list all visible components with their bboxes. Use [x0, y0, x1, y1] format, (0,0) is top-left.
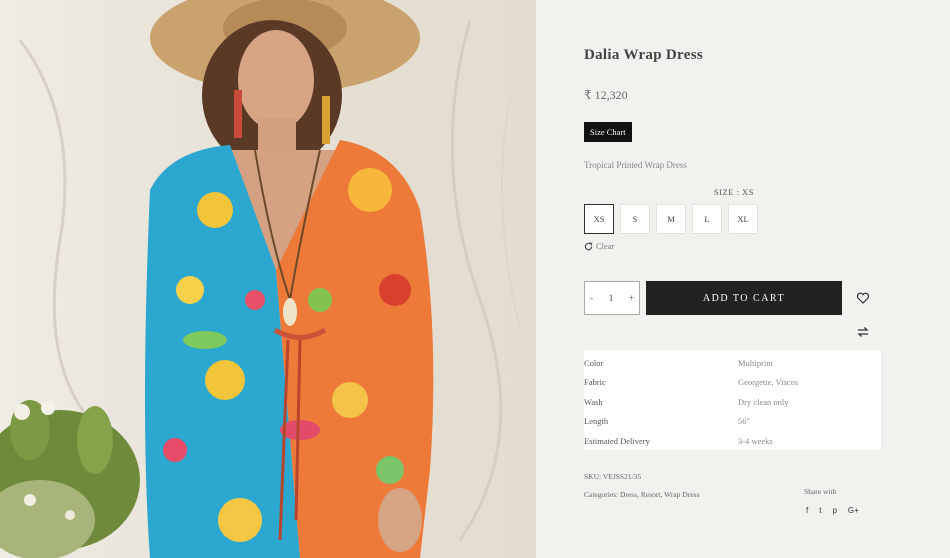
- attribute-value: Multiprint: [738, 357, 773, 368]
- product-categories[interactable]: Categories: Dress, Resort, Wrap Dress: [584, 490, 699, 499]
- share-label: Share with: [804, 487, 837, 496]
- table-row: Fabric Georgette, Viscos: [584, 373, 881, 393]
- clear-size-link[interactable]: Clear: [584, 241, 614, 251]
- clear-label: Clear: [596, 241, 615, 251]
- table-row: Color Multiprint: [584, 353, 881, 373]
- size-chart-button[interactable]: Size Chart: [584, 122, 632, 142]
- share-icons: f t p G+: [806, 506, 859, 515]
- selected-size-label: SIZE : XS: [714, 187, 754, 197]
- attribute-name: Wash: [584, 396, 603, 407]
- size-option-l[interactable]: L: [692, 204, 722, 234]
- compare-icon[interactable]: [856, 325, 870, 339]
- attribute-value: Georgette, Viscos: [738, 377, 799, 388]
- heart-icon[interactable]: [856, 291, 870, 305]
- twitter-icon[interactable]: t: [819, 506, 821, 515]
- attribute-value: 56": [738, 416, 750, 427]
- size-option-xl[interactable]: XL: [728, 204, 758, 234]
- product-image[interactable]: [0, 0, 536, 558]
- add-to-cart-button[interactable]: ADD TO CART: [646, 281, 842, 315]
- refresh-icon: [584, 241, 593, 250]
- product-details: Dalia Wrap Dress ₹ 12,320 Size Chart Tro…: [536, 0, 950, 558]
- attribute-name: Estimated Delivery: [584, 435, 650, 446]
- product-sku: SKU: VEJSS21/35: [584, 472, 642, 481]
- short-description: Tropical Printed Wrap Dress: [584, 160, 687, 170]
- product-price: ₹ 12,320: [584, 88, 628, 102]
- attribute-value: 3-4 weeks: [738, 435, 773, 446]
- table-row: Length 56": [584, 412, 881, 432]
- size-options: XS S M L XL: [584, 204, 758, 234]
- product-title: Dalia Wrap Dress: [584, 47, 703, 63]
- table-row: Estimated Delivery 3-4 weeks: [584, 431, 881, 451]
- quantity-stepper: - 1 +: [584, 281, 640, 315]
- product-attributes-table: Color Multiprint Fabric Georgette, Visco…: [584, 350, 881, 450]
- quantity-increase-button[interactable]: +: [629, 293, 634, 303]
- quantity-decrease-button[interactable]: -: [590, 293, 593, 303]
- pinterest-icon[interactable]: p: [832, 506, 836, 515]
- attribute-name: Color: [584, 357, 604, 368]
- google-plus-icon[interactable]: G+: [848, 506, 859, 515]
- quantity-value[interactable]: 1: [609, 293, 614, 303]
- facebook-icon[interactable]: f: [806, 506, 808, 515]
- attribute-name: Length: [584, 416, 609, 427]
- size-option-m[interactable]: M: [656, 204, 686, 234]
- attribute-name: Fabric: [584, 377, 606, 388]
- size-option-s[interactable]: S: [620, 204, 650, 234]
- attribute-value: Dry clean only: [738, 396, 789, 407]
- table-row: Wash Dry clean only: [584, 392, 881, 412]
- size-option-xs[interactable]: XS: [584, 204, 614, 234]
- model-photo: [0, 0, 536, 558]
